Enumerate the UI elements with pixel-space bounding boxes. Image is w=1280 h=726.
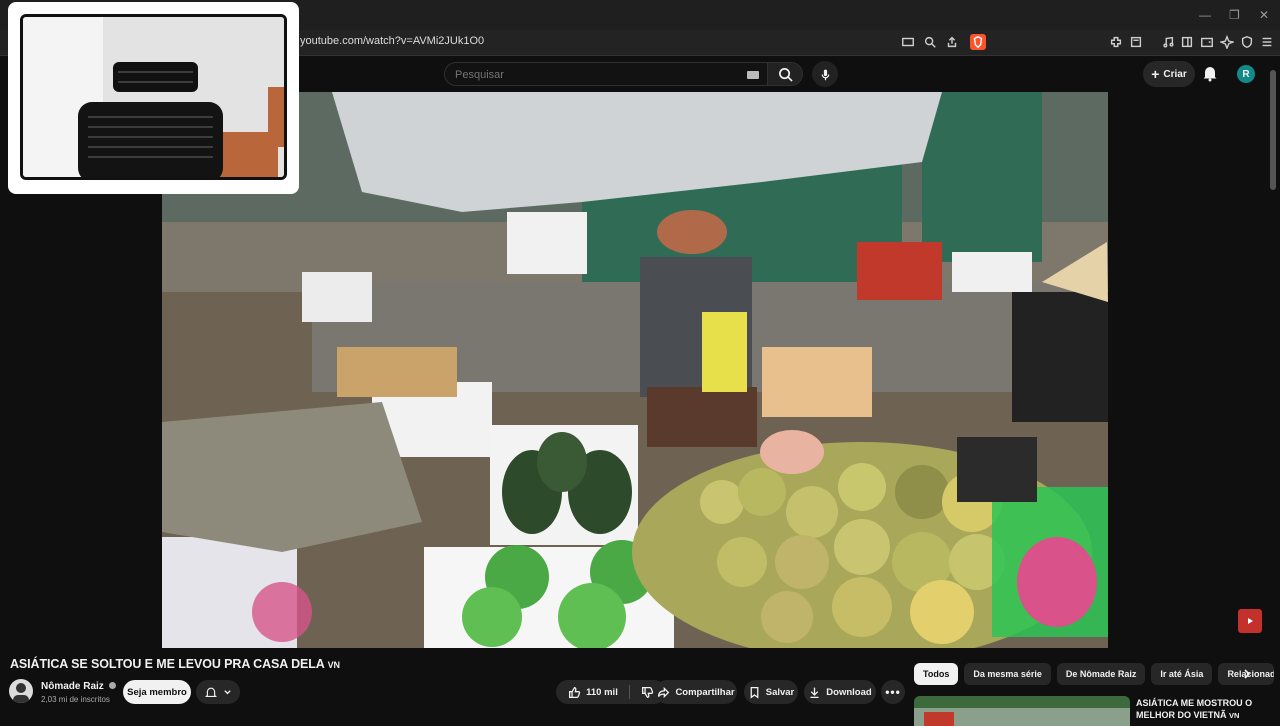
video-frame bbox=[162, 92, 1108, 648]
bookmark-icon bbox=[750, 686, 759, 699]
recommendation-title[interactable]: ASIÁTICA ME MOSTROU O MELHOR DO VIETNÃ V… bbox=[1136, 697, 1266, 722]
channel-name[interactable]: Nômade Raiz bbox=[41, 681, 116, 692]
like-button[interactable]: 110 mil bbox=[568, 686, 618, 699]
thumbs-down-icon bbox=[641, 686, 654, 698]
video-title-text: ASIÁTICA SE SOLTOU E ME LEVOU PRA CASA D… bbox=[10, 657, 325, 671]
more-actions-button[interactable]: ••• bbox=[881, 680, 905, 704]
keyboard-icon[interactable] bbox=[747, 71, 759, 79]
related-chips: Todos Da mesma série De Nômade Raiz Ir a… bbox=[914, 663, 1275, 685]
plus-icon: + bbox=[1151, 66, 1160, 82]
sidebar-icon[interactable] bbox=[1179, 34, 1195, 50]
share-button[interactable]: Compartilhar bbox=[655, 680, 737, 704]
search-button[interactable] bbox=[767, 62, 803, 86]
video-title-flag: VN bbox=[327, 660, 340, 670]
close-icon[interactable]: ✕ bbox=[1259, 8, 1269, 22]
bell-icon bbox=[1203, 67, 1217, 82]
create-button[interactable]: + Criar bbox=[1143, 61, 1195, 87]
search-box[interactable] bbox=[444, 62, 768, 86]
music-icon[interactable] bbox=[1160, 34, 1176, 50]
bell-icon bbox=[204, 687, 217, 697]
chip-asia[interactable]: Ir até Ásia bbox=[1151, 663, 1213, 685]
chip-todos[interactable]: Todos bbox=[914, 663, 959, 685]
download-button[interactable]: Download bbox=[804, 680, 876, 704]
cast-icon[interactable] bbox=[900, 34, 916, 50]
address-bar[interactable]: youtube.com/watch?v=AVMi2JUk1O0 bbox=[300, 35, 484, 47]
chips-next-button[interactable] bbox=[1238, 664, 1256, 684]
dislike-button[interactable] bbox=[641, 686, 654, 699]
channel-name-text: Nômade Raiz bbox=[41, 681, 104, 692]
thumbs-up-icon bbox=[569, 686, 581, 698]
menu-icon[interactable] bbox=[1259, 34, 1275, 50]
join-member-button[interactable]: Seja membro bbox=[123, 680, 191, 704]
save-button[interactable]: Salvar bbox=[744, 680, 798, 704]
save-label: Salvar bbox=[765, 686, 795, 698]
recommendation-flag: VN bbox=[1229, 711, 1240, 720]
youtube-watermark-icon bbox=[1238, 609, 1262, 633]
chip-nomade-raiz[interactable]: De Nômade Raiz bbox=[1056, 663, 1146, 685]
search-input[interactable] bbox=[455, 67, 735, 83]
pill-divider bbox=[628, 685, 630, 699]
more-horizontal-icon: ••• bbox=[885, 685, 901, 699]
extensions-icon[interactable] bbox=[1108, 34, 1124, 50]
webcam-feed bbox=[20, 14, 287, 180]
webcam-overlay bbox=[8, 2, 299, 194]
voice-search-button[interactable] bbox=[812, 61, 838, 87]
subscription-bell-button[interactable] bbox=[196, 680, 240, 704]
vpn-icon[interactable] bbox=[1239, 34, 1255, 50]
minimize-icon[interactable]: — bbox=[1199, 8, 1211, 22]
like-dislike-group: 110 mil bbox=[556, 680, 666, 704]
wallet-icon[interactable] bbox=[1199, 34, 1215, 50]
create-label: Criar bbox=[1163, 68, 1187, 80]
zoom-icon[interactable] bbox=[922, 34, 938, 50]
video-player[interactable] bbox=[162, 92, 1108, 648]
microphone-icon bbox=[821, 69, 829, 80]
subscriber-count: 2,03 mi de inscritos bbox=[41, 695, 110, 704]
share-label: Compartilhar bbox=[675, 686, 735, 698]
chip-mesma-serie[interactable]: Da mesma série bbox=[964, 663, 1051, 685]
share-icon bbox=[658, 686, 670, 698]
verified-icon bbox=[108, 682, 116, 689]
like-count: 110 mil bbox=[586, 686, 618, 698]
recommendation-thumbnail[interactable] bbox=[914, 696, 1130, 726]
reader-icon[interactable] bbox=[1128, 34, 1144, 50]
channel-avatar[interactable] bbox=[9, 679, 33, 703]
chevron-right-icon bbox=[1244, 669, 1251, 679]
search-icon bbox=[778, 67, 793, 82]
page-scrollbar[interactable] bbox=[1270, 70, 1276, 190]
download-icon bbox=[810, 687, 819, 698]
account-avatar[interactable]: R bbox=[1237, 65, 1255, 83]
video-title: ASIÁTICA SE SOLTOU E ME LEVOU PRA CASA D… bbox=[10, 657, 340, 671]
chevron-down-icon bbox=[223, 689, 231, 694]
notifications-button[interactable] bbox=[1202, 64, 1218, 87]
download-label: Download bbox=[826, 686, 872, 698]
maximize-icon[interactable]: ❐ bbox=[1229, 8, 1240, 22]
share-page-icon[interactable] bbox=[944, 34, 960, 50]
leo-ai-icon[interactable] bbox=[1219, 34, 1235, 50]
brave-shield-icon[interactable] bbox=[970, 34, 986, 50]
